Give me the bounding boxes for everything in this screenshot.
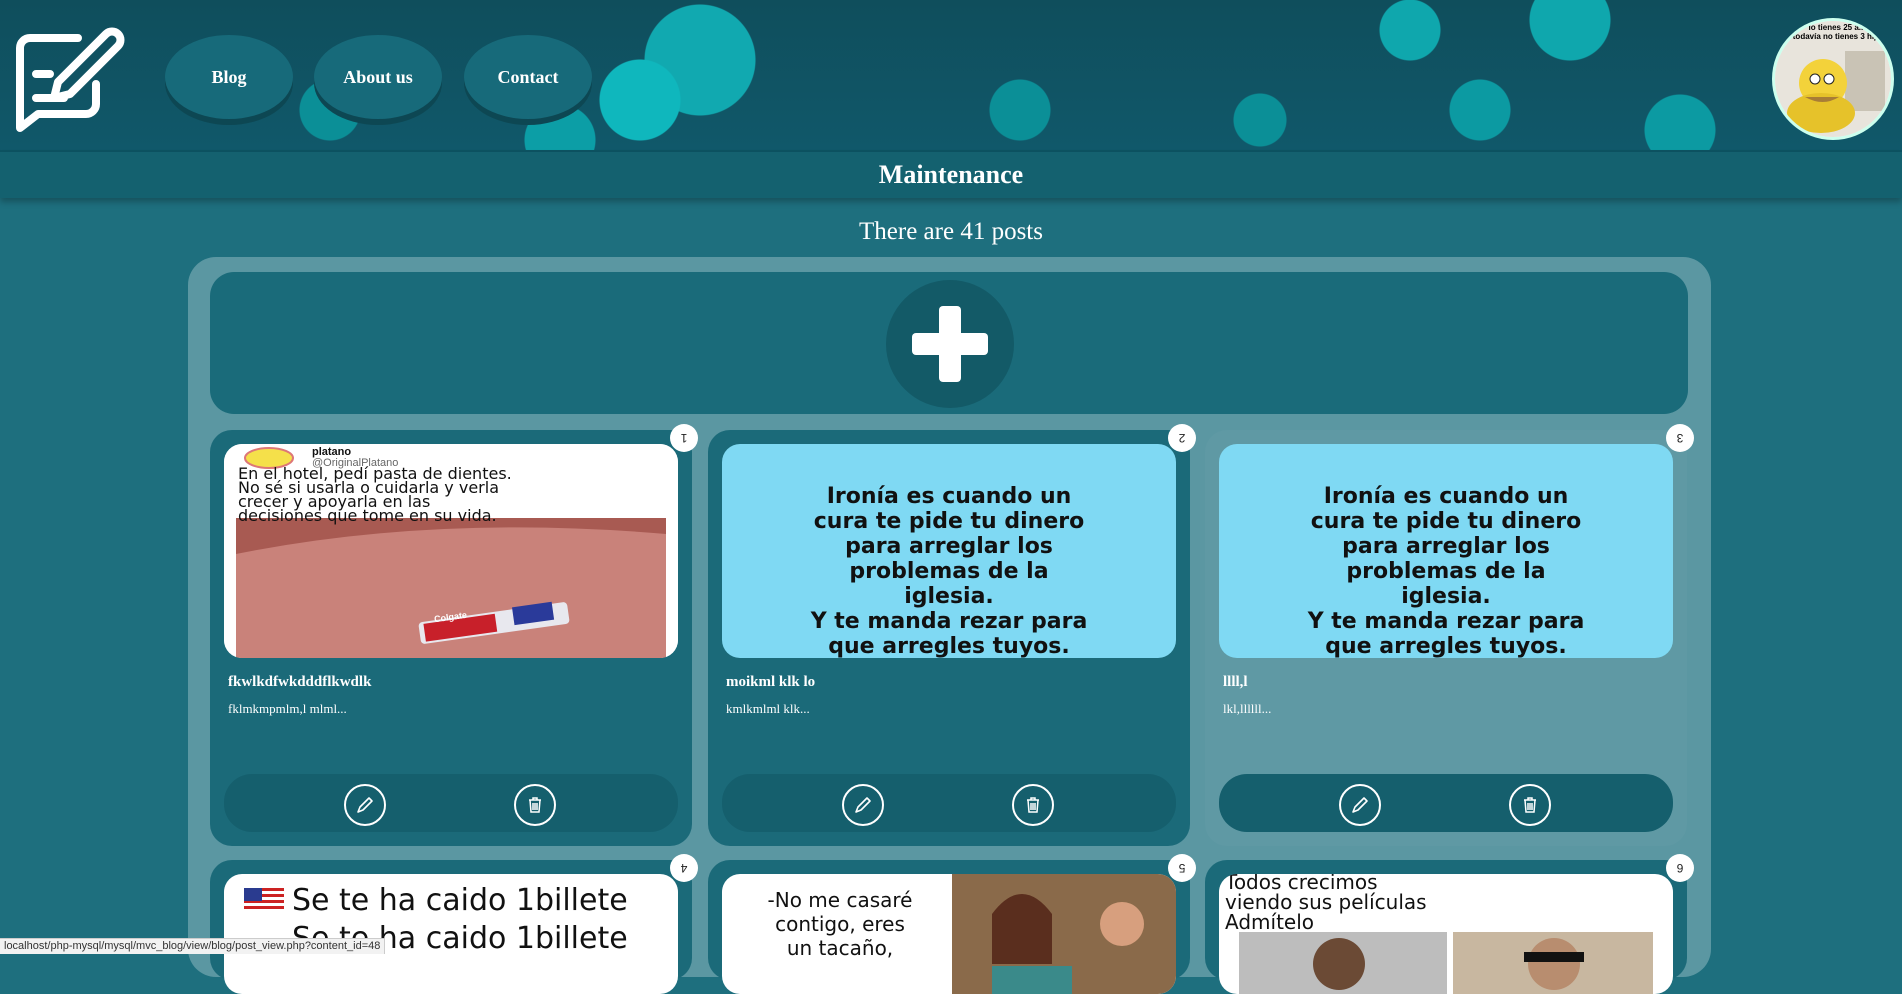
edit-button[interactable] [842, 784, 884, 826]
nav-about-button[interactable]: About us [314, 35, 442, 119]
pencil-icon [1352, 797, 1368, 813]
avatar-caption-top: Io tienes 25 a... [1808, 23, 1866, 32]
meme-line: Se te ha caido 1billete [292, 883, 628, 918]
pencil-icon [855, 797, 871, 813]
meme-line: -No me casaré [767, 888, 913, 912]
meme-line: iglesia. [904, 584, 994, 609]
post-excerpt: fklmkmpmlm,l mlml... [228, 701, 347, 716]
status-bar-url: localhost/php-mysql/mysql/mvc_blog/view/… [0, 938, 386, 954]
post-card[interactable]: Ironía es cuando un cura te pide tu dine… [708, 430, 1190, 846]
meme-line: Ironía es cuando un [826, 484, 1072, 509]
post-image[interactable]: Ironía es cuando un cura te pide tu dine… [722, 444, 1176, 658]
us-flag-icon [244, 888, 284, 912]
edit-button[interactable] [1339, 784, 1381, 826]
post-image[interactable]: Todos crecimos viendo sus películas Admí… [1219, 874, 1673, 994]
post-index-badge: 1 [670, 424, 698, 452]
post-title: moikml klk lo [726, 674, 816, 690]
meme-line: Admítelo [1225, 910, 1315, 934]
meme-line: iglesia. [1401, 584, 1491, 609]
trash-icon [1524, 797, 1536, 813]
post-title: llll,l [1223, 674, 1248, 690]
post-excerpt: lkl,llllll... [1223, 701, 1272, 716]
meme-line: viendo sus películas [1225, 890, 1427, 914]
add-post-button[interactable] [886, 280, 1014, 408]
post-image[interactable]: Ironía es cuando un cura te pide tu dine… [1219, 444, 1673, 658]
meme-line: Y te manda rezar para [810, 609, 1088, 634]
meme-line: cura te pide tu dinero [1310, 509, 1582, 534]
post-actions [224, 774, 678, 832]
meme-line: un tacaño, [786, 936, 894, 960]
plus-icon [912, 306, 988, 382]
meme-line: para arreglar los [1342, 534, 1550, 559]
meme-line: cura te pide tu dinero [813, 509, 1085, 534]
trash-icon [529, 797, 541, 813]
post-index-badge: 6 [1666, 854, 1694, 882]
meme-line: contigo, eres [775, 912, 905, 936]
post-title: fkwlkdfwkdddflkwdlk [228, 674, 372, 690]
meme-line: que arregles tuyos. [1325, 634, 1567, 658]
post-index-badge: 2 [1168, 424, 1196, 452]
nav-blog-button[interactable]: Blog [165, 35, 293, 119]
post-card[interactable]: platano @OriginalPlatano En el hotel, pe… [210, 430, 692, 846]
post-image[interactable]: -No me casaré contigo, eres un tacaño, [722, 874, 1176, 994]
post-actions [722, 774, 1176, 832]
delete-button[interactable] [1509, 784, 1551, 826]
post-image[interactable]: Se te ha caido 1billete Se te ha caido 1… [224, 874, 678, 994]
pencil-icon [357, 797, 373, 813]
header-banner: Blog About us Contact Io tienes 25 a... … [0, 0, 1902, 152]
meme-line: Y te manda rezar para [1307, 609, 1585, 634]
page-title: Maintenance [0, 152, 1902, 198]
post-card[interactable]: Ironía es cuando un cura te pide tu dine… [1205, 430, 1687, 846]
meme-line: problemas de la [849, 559, 1049, 584]
avatar-caption-bottom: todavía no tienes 3 hijo [1792, 32, 1882, 41]
trash-icon [1027, 797, 1039, 813]
blog-logo-icon[interactable] [8, 18, 128, 138]
edit-button[interactable] [344, 784, 386, 826]
post-index-badge: 3 [1666, 424, 1694, 452]
delete-button[interactable] [514, 784, 556, 826]
meme-line: problemas de la [1346, 559, 1546, 584]
tweet-line: decisiones que tome en su vida. [238, 506, 497, 525]
post-card[interactable]: Se te ha caido 1billete Se te ha caido 1… [210, 860, 692, 994]
nav-contact-button[interactable]: Contact [464, 35, 592, 119]
post-image[interactable]: platano @OriginalPlatano En el hotel, pe… [224, 444, 678, 658]
post-card[interactable]: -No me casaré contigo, eres un tacaño, [708, 860, 1190, 994]
meme-line: para arreglar los [845, 534, 1053, 559]
user-avatar[interactable]: Io tienes 25 a... todavía no tienes 3 hi… [1772, 18, 1894, 140]
meme-line: que arregles tuyos. [828, 634, 1070, 658]
meme-line: Ironía es cuando un [1323, 484, 1569, 509]
post-index-badge: 5 [1168, 854, 1196, 882]
post-excerpt: kmlkmlml klk... [726, 701, 810, 716]
post-actions [1219, 774, 1673, 832]
delete-button[interactable] [1012, 784, 1054, 826]
post-card[interactable]: Todos crecimos viendo sus películas Admí… [1205, 860, 1687, 994]
posts-count: There are 41 posts [859, 218, 1043, 245]
post-index-badge: 4 [670, 854, 698, 882]
